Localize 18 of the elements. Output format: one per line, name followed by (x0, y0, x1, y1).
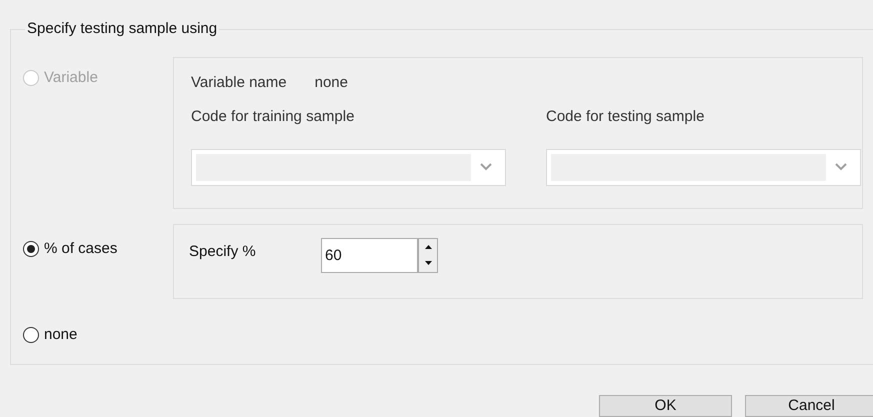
variable-name-label: Variable name (191, 72, 287, 92)
chevron-down-icon (834, 162, 848, 172)
variable-name-value: none (314, 72, 348, 92)
up-arrow-icon (424, 244, 432, 249)
testing-code-label: Code for testing sample (546, 107, 706, 127)
dropdown[interactable] (191, 148, 506, 186)
number-field[interactable]: 60 (321, 238, 418, 272)
down-arrow-icon (424, 261, 432, 266)
specify-percent-label: Specify % (189, 242, 257, 262)
radio-option[interactable]: % of cases (23, 238, 173, 260)
group-title: Specify testing sample using (26, 19, 218, 39)
radio-option[interactable]: none (23, 324, 863, 346)
chevron-down-icon (479, 162, 493, 172)
spin-buttons[interactable] (418, 238, 438, 272)
dropdown[interactable] (546, 148, 861, 186)
dialog-button[interactable]: Cancel (745, 395, 873, 417)
dialog-button[interactable]: OK (599, 395, 732, 417)
training-code-label: Code for training sample (191, 107, 356, 127)
